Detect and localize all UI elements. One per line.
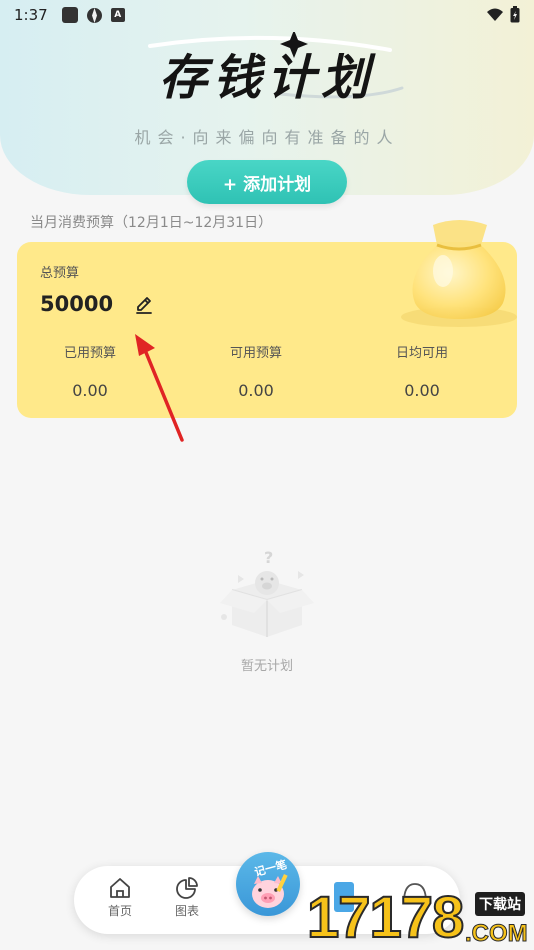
wifi-icon [487,8,503,21]
money-bag-icon [401,220,517,327]
battery-icon [510,6,520,23]
svg-text:?: ? [264,548,273,567]
pig-mascot-icon [252,873,288,908]
annotation-arrow [135,334,184,442]
tab-home[interactable]: 首页 [90,876,150,919]
budget-stats: 已用预算 0.00 可用预算 0.00 日均可用 0.00 [17,342,517,400]
stat-daily: 日均可用 0.00 [349,342,515,400]
stat-value: 0.00 [404,381,440,400]
watermark-brand: 17178 [306,884,465,950]
home-icon [110,878,130,898]
status-bar: 1:37 A [0,0,534,30]
tab-label: 首页 [107,904,132,918]
watermark-logo: 17178 下载站 .COM [305,880,534,950]
total-budget-label: 总预算 [40,266,80,281]
notification-icon [61,7,78,23]
total-budget-value: 50000 [40,292,114,316]
status-time: 1:37 [14,6,48,24]
tab-label: 图表 [174,904,199,918]
watermark-bottom: .COM [465,920,529,948]
record-entry-button[interactable]: 记一笔 [236,852,300,916]
app-title: 存钱计划 [158,50,375,106]
aperture-icon [86,7,102,23]
stat-label: 日均可用 [395,346,448,361]
app-subtitle: 机会·向来偏向有准备的人 [134,128,400,147]
stat-available: 可用预算 0.00 [183,342,349,400]
add-plan-button[interactable]: + 添加计划 [187,160,347,204]
edit-icon[interactable] [133,294,155,316]
pie-chart-icon [176,877,198,899]
watermark-top: 下载站 [475,892,525,916]
budget-period: 当月消费预算（12月1日~12月31日） [30,215,273,231]
empty-box-icon: ? [220,548,314,637]
budget-card: 总预算 50000 已用预算 0.00 可用预算 0.00 日均可用 0.00 [17,220,517,418]
a-badge-icon: A [110,8,125,22]
empty-state-text: 暂无计划 [240,659,293,674]
tab-chart[interactable]: 图表 [157,876,217,919]
